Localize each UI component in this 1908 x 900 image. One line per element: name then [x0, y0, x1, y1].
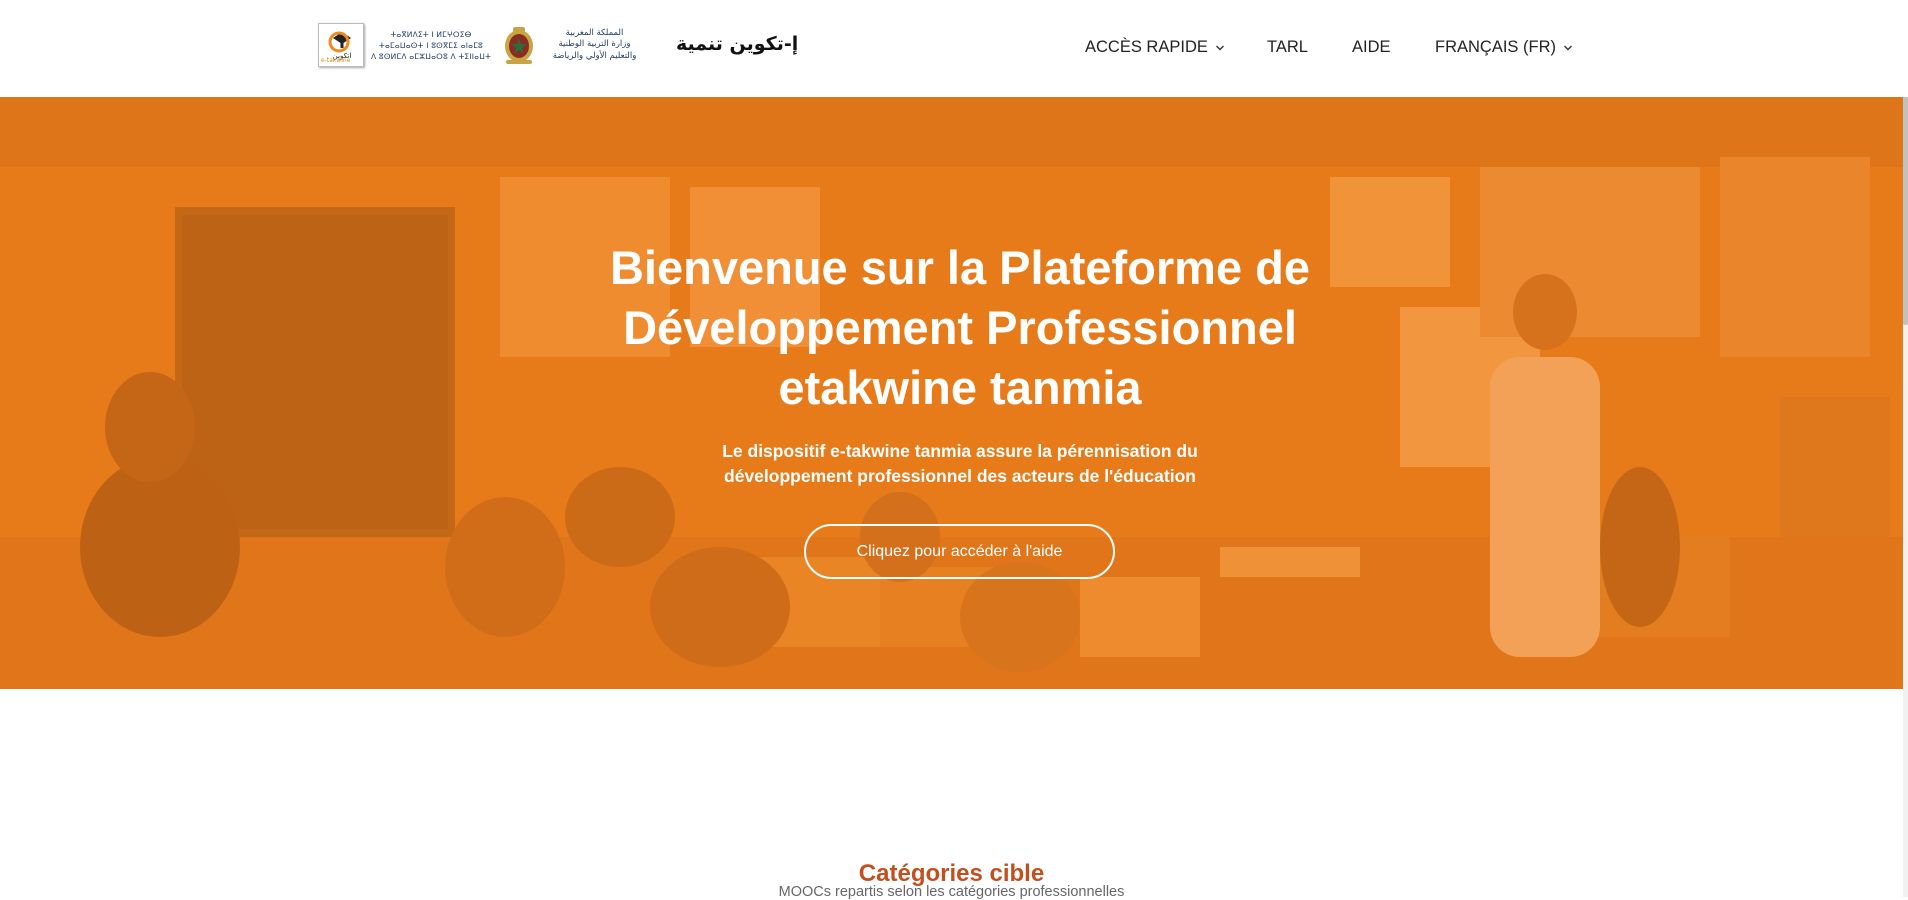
nav-tarl[interactable]: TARL: [1267, 38, 1308, 57]
help-access-button[interactable]: Cliquez pour accéder à l'aide: [804, 524, 1115, 579]
page-scrollbar[interactable]: [1903, 0, 1908, 897]
hero-title: Bienvenue sur la Plateforme de Développe…: [609, 241, 1311, 414]
language-selector[interactable]: FRANÇAIS (FR): [1435, 38, 1573, 57]
help-access-button-label: Cliquez pour accéder à l'aide: [856, 542, 1063, 560]
language-label: FRANÇAIS (FR): [1435, 38, 1556, 56]
hero-banner: Bienvenue sur la Plateforme de Développe…: [0, 97, 1903, 689]
site-header: اتكوين e-takwine ⵜⴰⴳⵍⴷⵉⵜ ⵏ ⵍⵎⵖⵔⵉⴱ ⵜⴰⵎⴰⵡⴰ…: [0, 0, 1908, 97]
nav-acces-rapide[interactable]: ACCÈS RAPIDE: [1085, 38, 1225, 57]
main-nav: ACCÈS RAPIDE TARL AIDE FRANÇAIS (FR): [0, 38, 1908, 60]
nav-aide[interactable]: AIDE: [1352, 38, 1391, 57]
nav-tarl-label: TARL: [1267, 38, 1308, 56]
hero-subtitle: Le dispositif e-takwine tanmia assure la…: [722, 441, 1198, 486]
chevron-down-icon: [1215, 45, 1224, 50]
section-subtitle: MOOCs repartis selon les catégories prof…: [778, 884, 1125, 900]
nav-acces-rapide-label: ACCÈS RAPIDE: [1085, 38, 1208, 56]
chevron-down-icon: [1564, 45, 1572, 50]
nav-aide-label: AIDE: [1352, 38, 1391, 56]
